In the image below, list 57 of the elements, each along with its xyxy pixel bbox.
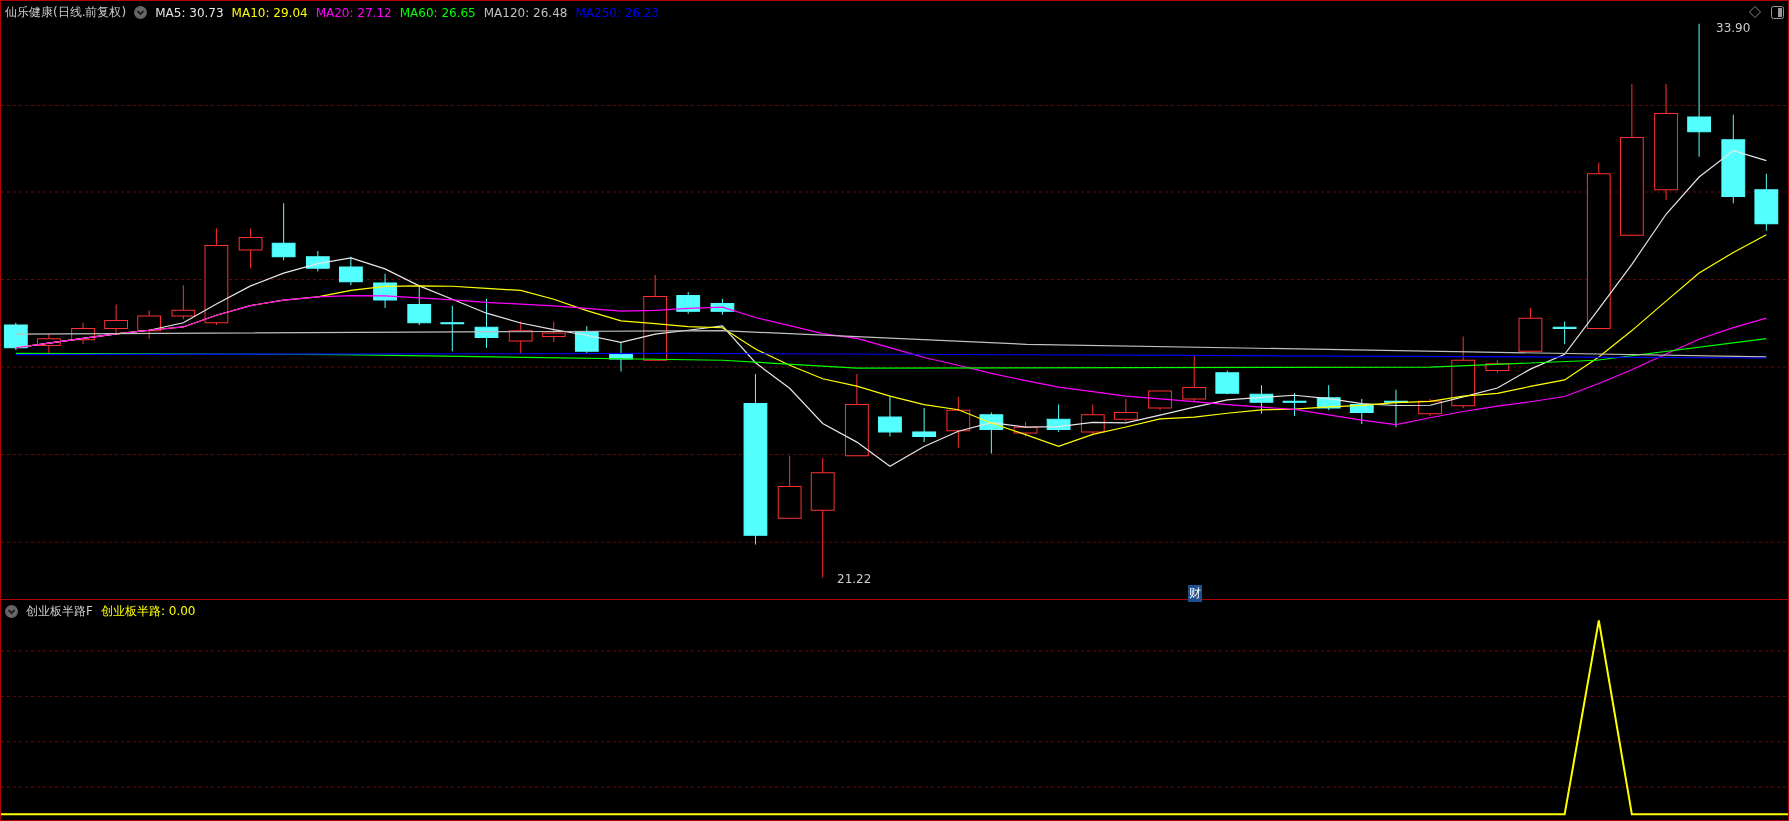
candlestick: [609, 341, 633, 373]
candlestick: [574, 325, 599, 354]
candlestick: [1349, 398, 1374, 425]
chart-title: 仙乐健康(日线.前复权): [5, 4, 127, 21]
moving-average-label: MA5: 30.73: [155, 5, 224, 20]
candlestick: [1552, 321, 1577, 345]
dropdown-icon[interactable]: [134, 6, 148, 19]
candlestick: [1249, 384, 1274, 415]
moving-average-label: MA120: 26.48: [483, 5, 568, 20]
candlestick: [3, 322, 28, 351]
candlestick: [1113, 398, 1138, 423]
candlestick: [171, 284, 196, 320]
candlestick: [440, 305, 465, 352]
candlestick: [36, 333, 61, 354]
indicator-value-label: 创业板半路: 0.00: [100, 603, 196, 620]
candlestick: [104, 304, 128, 334]
panel-toggle-icon[interactable]: [1771, 6, 1784, 19]
candlestick: [1046, 404, 1071, 433]
moving-average-label: MA10: 29.04: [231, 5, 308, 20]
candlestick: [1384, 389, 1408, 428]
candlestick: [1485, 359, 1510, 374]
candlestick: [1518, 307, 1543, 352]
candlestick: [508, 321, 533, 354]
candlestick: [407, 284, 432, 326]
candlestick: [946, 396, 971, 449]
candlestick: [912, 407, 937, 443]
candlestick: [676, 291, 701, 315]
candlestick: [1215, 370, 1240, 395]
candlestick: [1013, 421, 1038, 437]
candlestick: [238, 227, 263, 269]
candlestick: [1282, 392, 1307, 417]
event-marker[interactable]: 财: [1188, 585, 1202, 602]
high-price-label: 33.90: [1716, 21, 1751, 35]
candlestick: [373, 273, 397, 309]
moving-average-label: MA250: 26.23: [575, 5, 660, 20]
candlestick: [271, 202, 296, 261]
candlestick: [137, 309, 162, 340]
candlestick: [878, 396, 902, 437]
candlestick: [710, 298, 735, 316]
candlestick: [474, 298, 499, 349]
indicator-title: 创业板半路F: [26, 603, 93, 620]
candlestick: [979, 412, 1004, 454]
moving-average-label: MA60: 26.65: [399, 5, 476, 20]
candlestick: [777, 455, 802, 519]
dropdown-icon[interactable]: [5, 605, 18, 618]
candlestick: [1754, 173, 1779, 232]
candlestick: [1316, 384, 1341, 411]
candlestick: [1182, 355, 1207, 402]
candlestick: [305, 250, 330, 273]
candlestick: [71, 322, 95, 345]
low-price-label: 21.22: [837, 572, 872, 586]
candlestick: [541, 321, 566, 343]
candlestick: [339, 256, 363, 286]
candlestick: [1148, 390, 1172, 411]
candlestick: [1080, 404, 1105, 436]
moving-average-label: MA20: 27.12: [315, 5, 392, 20]
diamond-icon[interactable]: [1749, 6, 1761, 18]
